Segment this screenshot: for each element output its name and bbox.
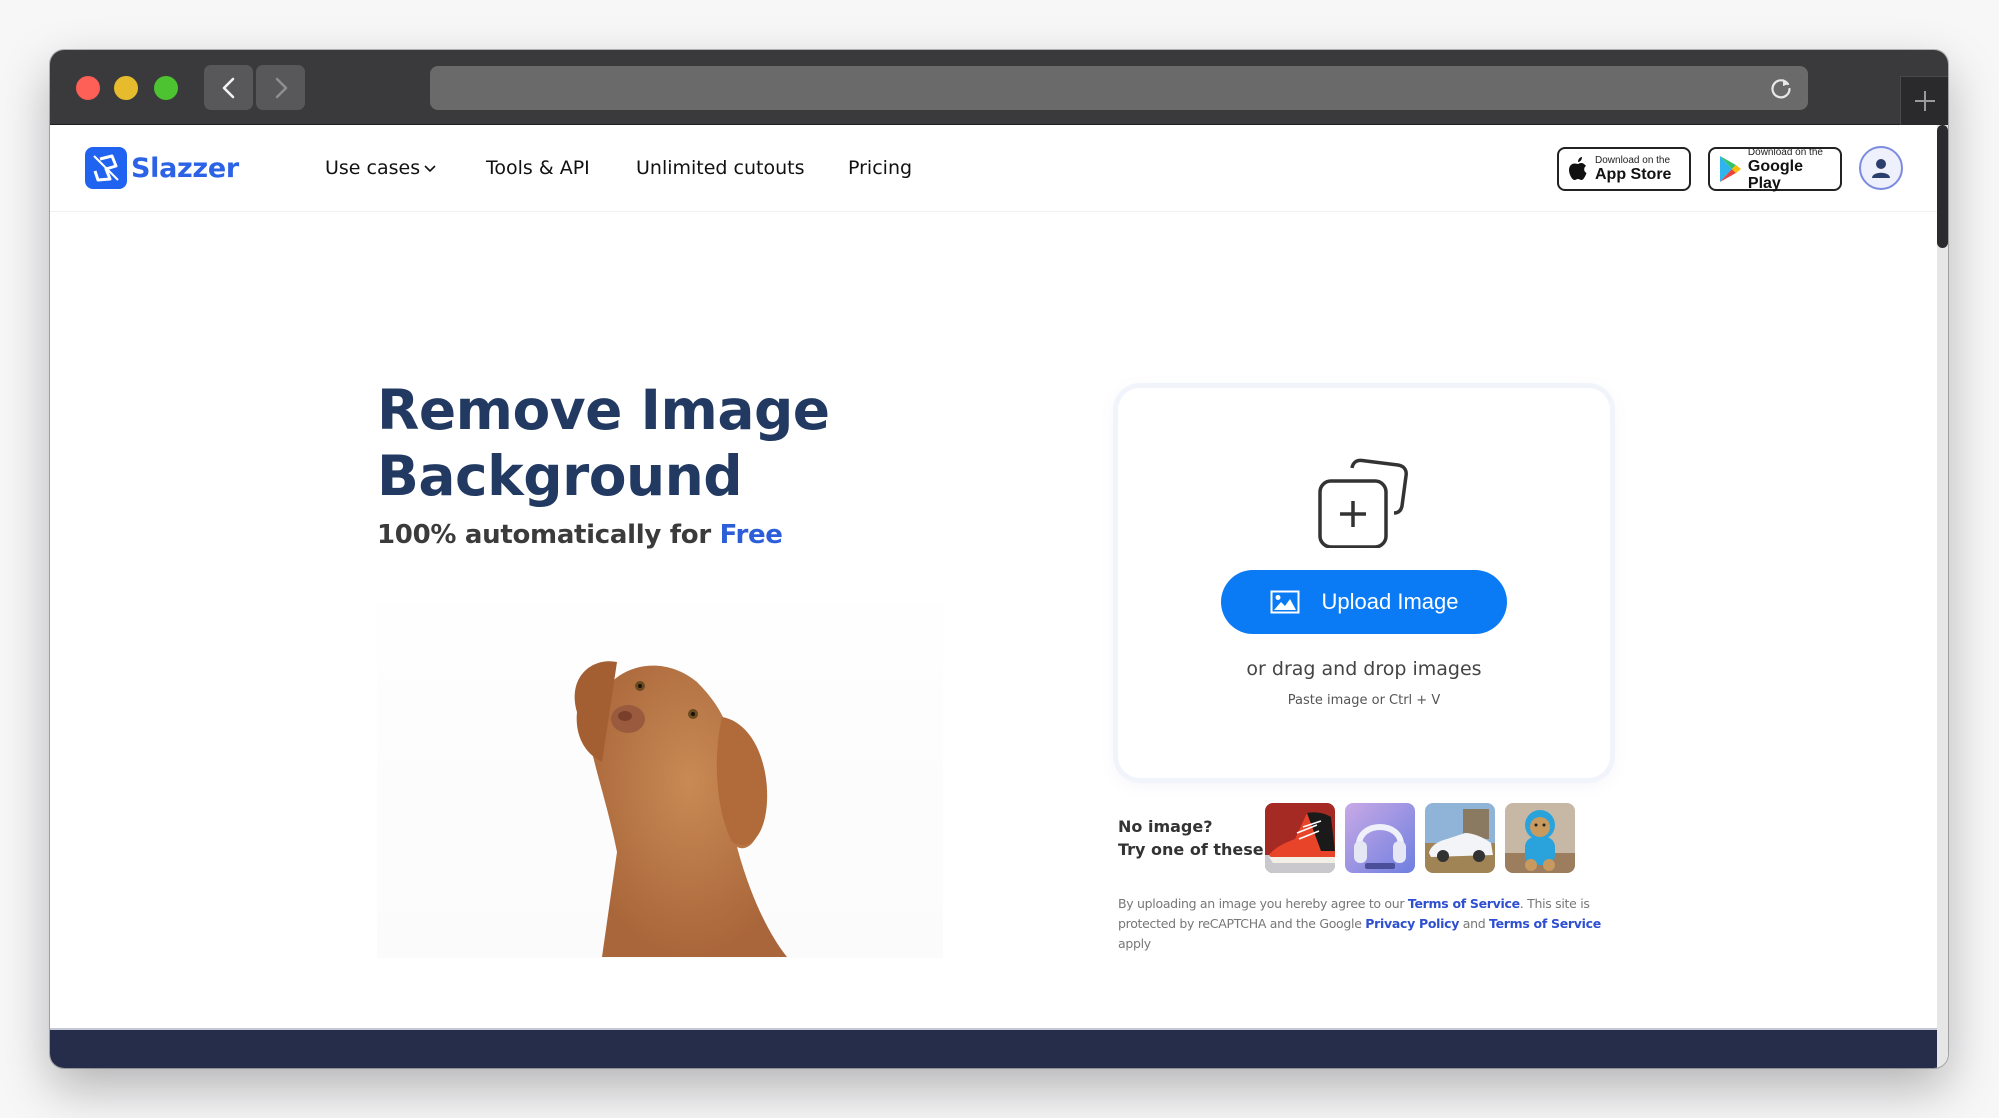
address-bar[interactable]	[430, 66, 1808, 110]
upload-image-label: Upload Image	[1321, 589, 1459, 614]
forward-button[interactable]	[256, 65, 305, 110]
hero-subtitle-free: Free	[719, 520, 783, 550]
google-play-big-text: Google Play	[1747, 157, 1804, 192]
sample-image-teddy-bear[interactable]	[1505, 803, 1575, 873]
chevron-left-icon	[222, 77, 234, 98]
upload-card[interactable]: Upload Image or drag and drop images Pas…	[1118, 388, 1610, 778]
image-icon	[1270, 590, 1299, 614]
sample-images-label: No image? Try one of these:	[1118, 815, 1270, 861]
legal-text-3: and	[1459, 916, 1490, 931]
hero-title-line2: Background	[377, 444, 743, 508]
footer-band	[50, 1028, 1937, 1068]
app-store-big-text: App Store	[1595, 166, 1672, 183]
nav-unlimited-cutouts[interactable]: Unlimited cutouts	[636, 157, 805, 179]
terms-of-service-link[interactable]: Terms of Service	[1408, 896, 1520, 911]
close-window-button[interactable]	[76, 76, 100, 100]
drag-drop-text: or drag and drop images	[1246, 658, 1482, 680]
user-icon	[1872, 159, 1890, 178]
chevron-down-icon	[424, 164, 436, 172]
browser-window: Slazzer Use cases Tools & API Unlimited …	[50, 50, 1948, 1068]
reload-icon[interactable]	[1768, 75, 1794, 101]
slazzer-logo[interactable]: Slazzer	[85, 147, 239, 189]
legal-text-1: By uploading an image you hereby agree t…	[1118, 896, 1408, 911]
nav-pricing[interactable]: Pricing	[848, 157, 912, 179]
scrollbar-track[interactable]	[1937, 125, 1948, 1068]
google-play-button[interactable]: Download on the Google Play	[1708, 146, 1842, 192]
legal-notice: By uploading an image you hereby agree t…	[1118, 894, 1618, 954]
plus-icon	[1914, 91, 1935, 111]
hero-title-line1: Remove Image	[377, 378, 830, 442]
hero-subtitle: 100% automatically for Free	[377, 520, 783, 550]
google-play-small-text: Download on the	[1747, 146, 1823, 158]
google-play-icon	[1719, 156, 1741, 182]
app-store-small-text: Download on the	[1595, 155, 1671, 166]
nav-use-cases-label: Use cases	[325, 157, 421, 179]
account-avatar-button[interactable]	[1859, 146, 1903, 190]
sample-image-car[interactable]	[1425, 803, 1495, 873]
back-button[interactable]	[204, 65, 253, 110]
web-page: Slazzer Use cases Tools & API Unlimited …	[50, 125, 1937, 1068]
paste-hint-text: Paste image or Ctrl + V	[1287, 693, 1441, 708]
nav-use-cases[interactable]: Use cases	[325, 157, 436, 179]
hero-title: Remove Image Background	[377, 377, 830, 509]
scrollbar-thumb[interactable]	[1937, 125, 1948, 248]
nav-tools-api[interactable]: Tools & API	[486, 157, 590, 179]
upload-image-button[interactable]: Upload Image	[1221, 570, 1507, 634]
chevron-right-icon	[275, 77, 287, 98]
maximize-window-button[interactable]	[154, 76, 178, 100]
legal-text-4: apply	[1118, 936, 1151, 951]
apple-icon	[1569, 157, 1587, 180]
sample-label-line1: No image?	[1118, 817, 1213, 836]
demo-dog-image	[377, 602, 943, 958]
google-terms-link[interactable]: Terms of Service	[1489, 916, 1601, 931]
sample-label-line2: Try one of these:	[1118, 840, 1271, 859]
privacy-policy-link[interactable]: Privacy Policy	[1365, 916, 1459, 931]
sample-image-headphones[interactable]	[1345, 803, 1415, 873]
minimize-window-button[interactable]	[114, 76, 138, 100]
sample-image-sneaker[interactable]	[1265, 803, 1335, 873]
browser-titlebar	[50, 50, 1948, 125]
new-tab-button[interactable]	[1900, 76, 1948, 125]
hero-subtitle-prefix: 100% automatically for	[377, 520, 720, 550]
logo-text: Slazzer	[131, 152, 239, 184]
site-header: Slazzer Use cases Tools & API Unlimited …	[50, 125, 1937, 212]
add-images-icon	[1318, 458, 1408, 548]
app-store-button[interactable]: Download on the App Store	[1557, 147, 1691, 191]
logo-mark-icon	[85, 147, 127, 189]
